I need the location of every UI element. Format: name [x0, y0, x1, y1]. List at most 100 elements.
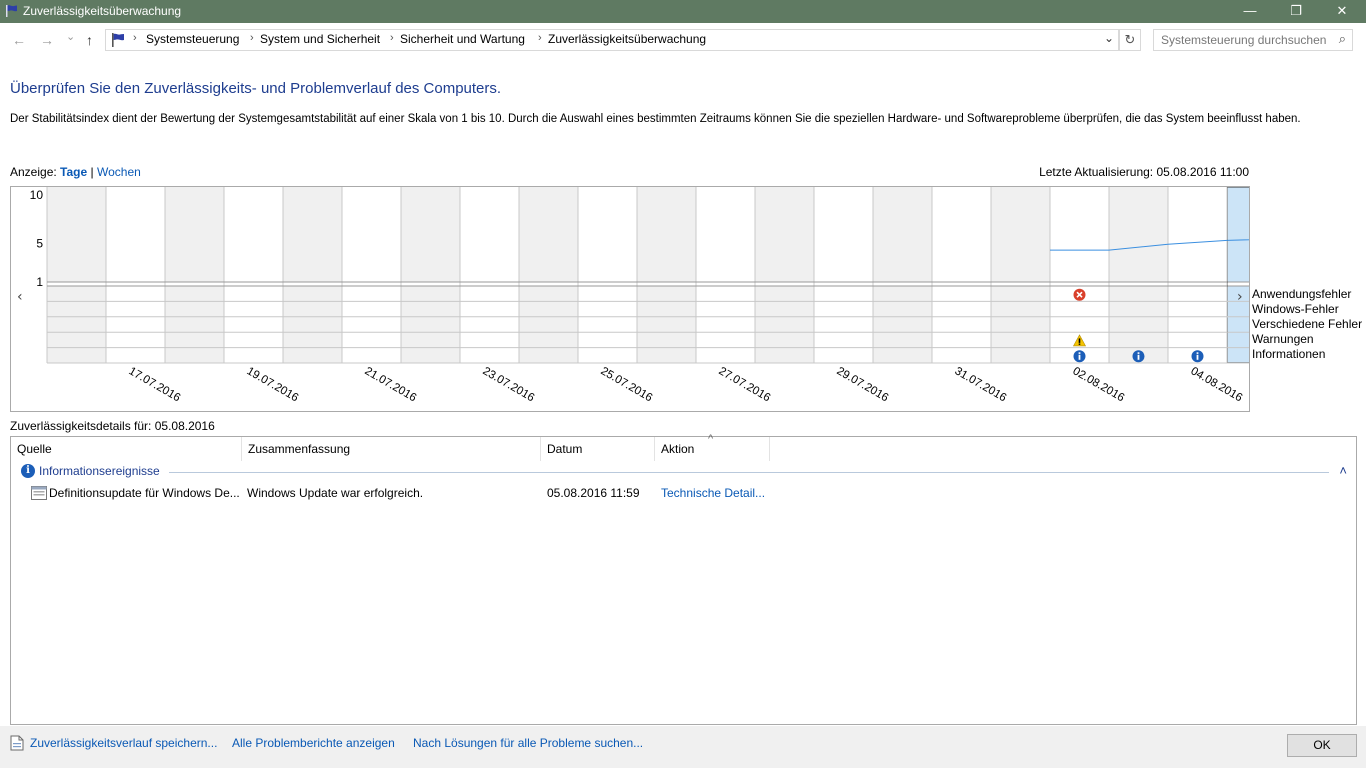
- scroll-right-button[interactable]: ›: [1237, 289, 1243, 305]
- day-event-column-21.07.2016[interactable]: [342, 286, 401, 363]
- day-column-25.07.2016[interactable]: [578, 187, 637, 282]
- info-icon: i: [21, 464, 35, 478]
- breadcrumb-zuverlaessigkeitsueberwachung[interactable]: Zuverlässigkeitsüberwachung: [548, 32, 706, 46]
- day-column-16.07.2016[interactable]: [47, 187, 106, 282]
- x-tick-label: 17.07.2016: [127, 365, 183, 404]
- day-column-23.07.2016[interactable]: [460, 187, 519, 282]
- day-column-29.07.2016[interactable]: [814, 187, 873, 282]
- check-solutions-link[interactable]: Nach Lösungen für alle Probleme suchen..…: [413, 736, 643, 750]
- day-event-column-31.07.2016[interactable]: [932, 286, 991, 363]
- x-tick-label: 19.07.2016: [245, 365, 301, 404]
- day-column-05.08.2016[interactable]: [1227, 187, 1249, 282]
- action-center-flag-icon: [112, 33, 124, 47]
- day-column-31.07.2016[interactable]: [932, 187, 991, 282]
- day-column-04.08.2016[interactable]: [1168, 187, 1227, 282]
- day-event-column-27.07.2016[interactable]: [696, 286, 755, 363]
- day-event-column-17.07.2016[interactable]: [106, 286, 165, 363]
- address-dropdown-button[interactable]: ⌄: [1104, 31, 1114, 45]
- day-event-column-18.07.2016[interactable]: [165, 286, 224, 363]
- footer-bar: Zuverlässigkeitsverlauf speichern... All…: [0, 726, 1366, 768]
- view-all-reports-link[interactable]: Alle Problemberichte anzeigen: [232, 736, 395, 750]
- save-history-link[interactable]: Zuverlässigkeitsverlauf speichern...: [30, 736, 217, 750]
- day-column-24.07.2016[interactable]: [519, 187, 578, 282]
- reliability-chart[interactable]: 10 5 1 ‹ › 17.07.2016 19.07.2016 21.07.2016 23.0…: [10, 186, 1250, 412]
- x-tick-label: 02.08.2016: [1071, 365, 1127, 404]
- day-event-column-26.07.2016[interactable]: [637, 286, 696, 363]
- day-column-03.08.2016[interactable]: [1109, 187, 1168, 282]
- row-source: Definitionsupdate für Windows De...: [49, 486, 240, 500]
- column-header-summary[interactable]: Zusammenfassung: [242, 437, 541, 461]
- maximize-button[interactable]: ❐: [1273, 0, 1319, 23]
- day-event-column-29.07.2016[interactable]: [814, 286, 873, 363]
- search-input[interactable]: Systemsteuerung durchsuchen: [1161, 33, 1326, 47]
- view-weeks-link[interactable]: Wochen: [97, 165, 141, 179]
- up-button[interactable]: ↑: [86, 32, 93, 48]
- y-tick-label: 5: [36, 236, 43, 250]
- x-tick-label: 04.08.2016: [1189, 365, 1245, 404]
- day-event-column-16.07.2016[interactable]: [47, 286, 106, 363]
- sort-indicator: ^: [708, 433, 714, 445]
- scroll-left-button[interactable]: ‹: [17, 289, 23, 305]
- day-event-column-30.07.2016[interactable]: [873, 286, 932, 363]
- update-icon: [31, 486, 47, 500]
- day-event-column-19.07.2016[interactable]: [224, 286, 283, 363]
- day-column-27.07.2016[interactable]: [696, 187, 755, 282]
- reliability-chart-svg[interactable]: 10 5 1 ‹ › 17.07.2016 19.07.2016 21.07.2016 23.0…: [11, 187, 1249, 411]
- x-tick-label: 25.07.2016: [599, 365, 655, 404]
- column-header-source[interactable]: Quelle: [11, 437, 242, 461]
- group-label: Informationsereignisse: [39, 464, 160, 478]
- row-date: 05.08.2016 11:59: [547, 486, 640, 500]
- back-button[interactable]: ←: [12, 32, 26, 48]
- legend-misc-errors: Verschiedene Fehler: [1252, 317, 1363, 331]
- breadcrumb-sicherheit-und-wartung[interactable]: Sicherheit und Wartung: [400, 32, 525, 46]
- day-event-column-24.07.2016[interactable]: [519, 286, 578, 363]
- refresh-button[interactable]: ↻: [1119, 29, 1141, 51]
- day-event-column-22.07.2016[interactable]: [401, 286, 460, 363]
- recent-locations-dropdown[interactable]: ⌄: [66, 30, 75, 43]
- breadcrumb-system-und-sicherheit[interactable]: System und Sicherheit: [260, 32, 380, 46]
- group-header-information-events[interactable]: i Informationsereignisse ˄: [19, 463, 1349, 481]
- info-icon-stem: [1078, 354, 1081, 360]
- day-column-20.07.2016[interactable]: [283, 187, 342, 282]
- info-icon-stem: [1137, 354, 1140, 360]
- forward-button[interactable]: →: [40, 32, 54, 48]
- address-bar[interactable]: › Systemsteuerung › System und Sicherhei…: [105, 29, 1119, 51]
- ok-button[interactable]: OK: [1287, 734, 1357, 757]
- group-divider: [169, 472, 1329, 473]
- info-icon-dot: [1137, 352, 1140, 354]
- day-column-17.07.2016[interactable]: [106, 187, 165, 282]
- day-event-column-23.07.2016[interactable]: [460, 286, 519, 363]
- collapse-group-button[interactable]: ˄: [1339, 463, 1347, 478]
- day-column-22.07.2016[interactable]: [401, 187, 460, 282]
- breadcrumb-separator: ›: [538, 32, 542, 44]
- x-tick-label: 27.07.2016: [717, 365, 773, 404]
- y-tick-label: 10: [30, 188, 44, 202]
- search-box[interactable]: Systemsteuerung durchsuchen ⌕: [1153, 29, 1353, 51]
- minimize-button[interactable]: —: [1227, 0, 1273, 23]
- day-event-column-25.07.2016[interactable]: [578, 286, 637, 363]
- day-column-02.08.2016[interactable]: [1050, 187, 1109, 282]
- day-event-column-20.07.2016[interactable]: [283, 286, 342, 363]
- navigation-bar: ← → ⌄ ↑ › Systemsteuerung › System und S…: [0, 23, 1366, 57]
- search-icon[interactable]: ⌕: [1339, 31, 1346, 47]
- day-column-30.07.2016[interactable]: [873, 187, 932, 282]
- day-event-column-01.08.2016[interactable]: [991, 286, 1050, 363]
- close-button[interactable]: ✕: [1319, 0, 1365, 23]
- day-column-26.07.2016[interactable]: [637, 187, 696, 282]
- x-tick-label: 21.07.2016: [363, 365, 419, 404]
- breadcrumb-systemsteuerung[interactable]: Systemsteuerung: [146, 32, 239, 46]
- details-label: Zuverlässigkeitsdetails für: 05.08.2016: [10, 419, 215, 433]
- column-header-date[interactable]: Datum: [541, 437, 655, 461]
- day-column-18.07.2016[interactable]: [165, 187, 224, 282]
- view-days-link[interactable]: Tage: [60, 165, 87, 179]
- info-icon-dot: [1196, 352, 1199, 354]
- day-column-19.07.2016[interactable]: [224, 187, 283, 282]
- breadcrumb-separator: ›: [133, 32, 137, 44]
- technical-details-link[interactable]: Technische Detail...: [661, 486, 765, 500]
- day-column-21.07.2016[interactable]: [342, 187, 401, 282]
- info-icon-stem: [1196, 354, 1199, 360]
- day-column-28.07.2016[interactable]: [755, 187, 814, 282]
- day-column-01.08.2016[interactable]: [991, 187, 1050, 282]
- day-event-column-28.07.2016[interactable]: [755, 286, 814, 363]
- breadcrumb-separator: ›: [250, 32, 254, 44]
